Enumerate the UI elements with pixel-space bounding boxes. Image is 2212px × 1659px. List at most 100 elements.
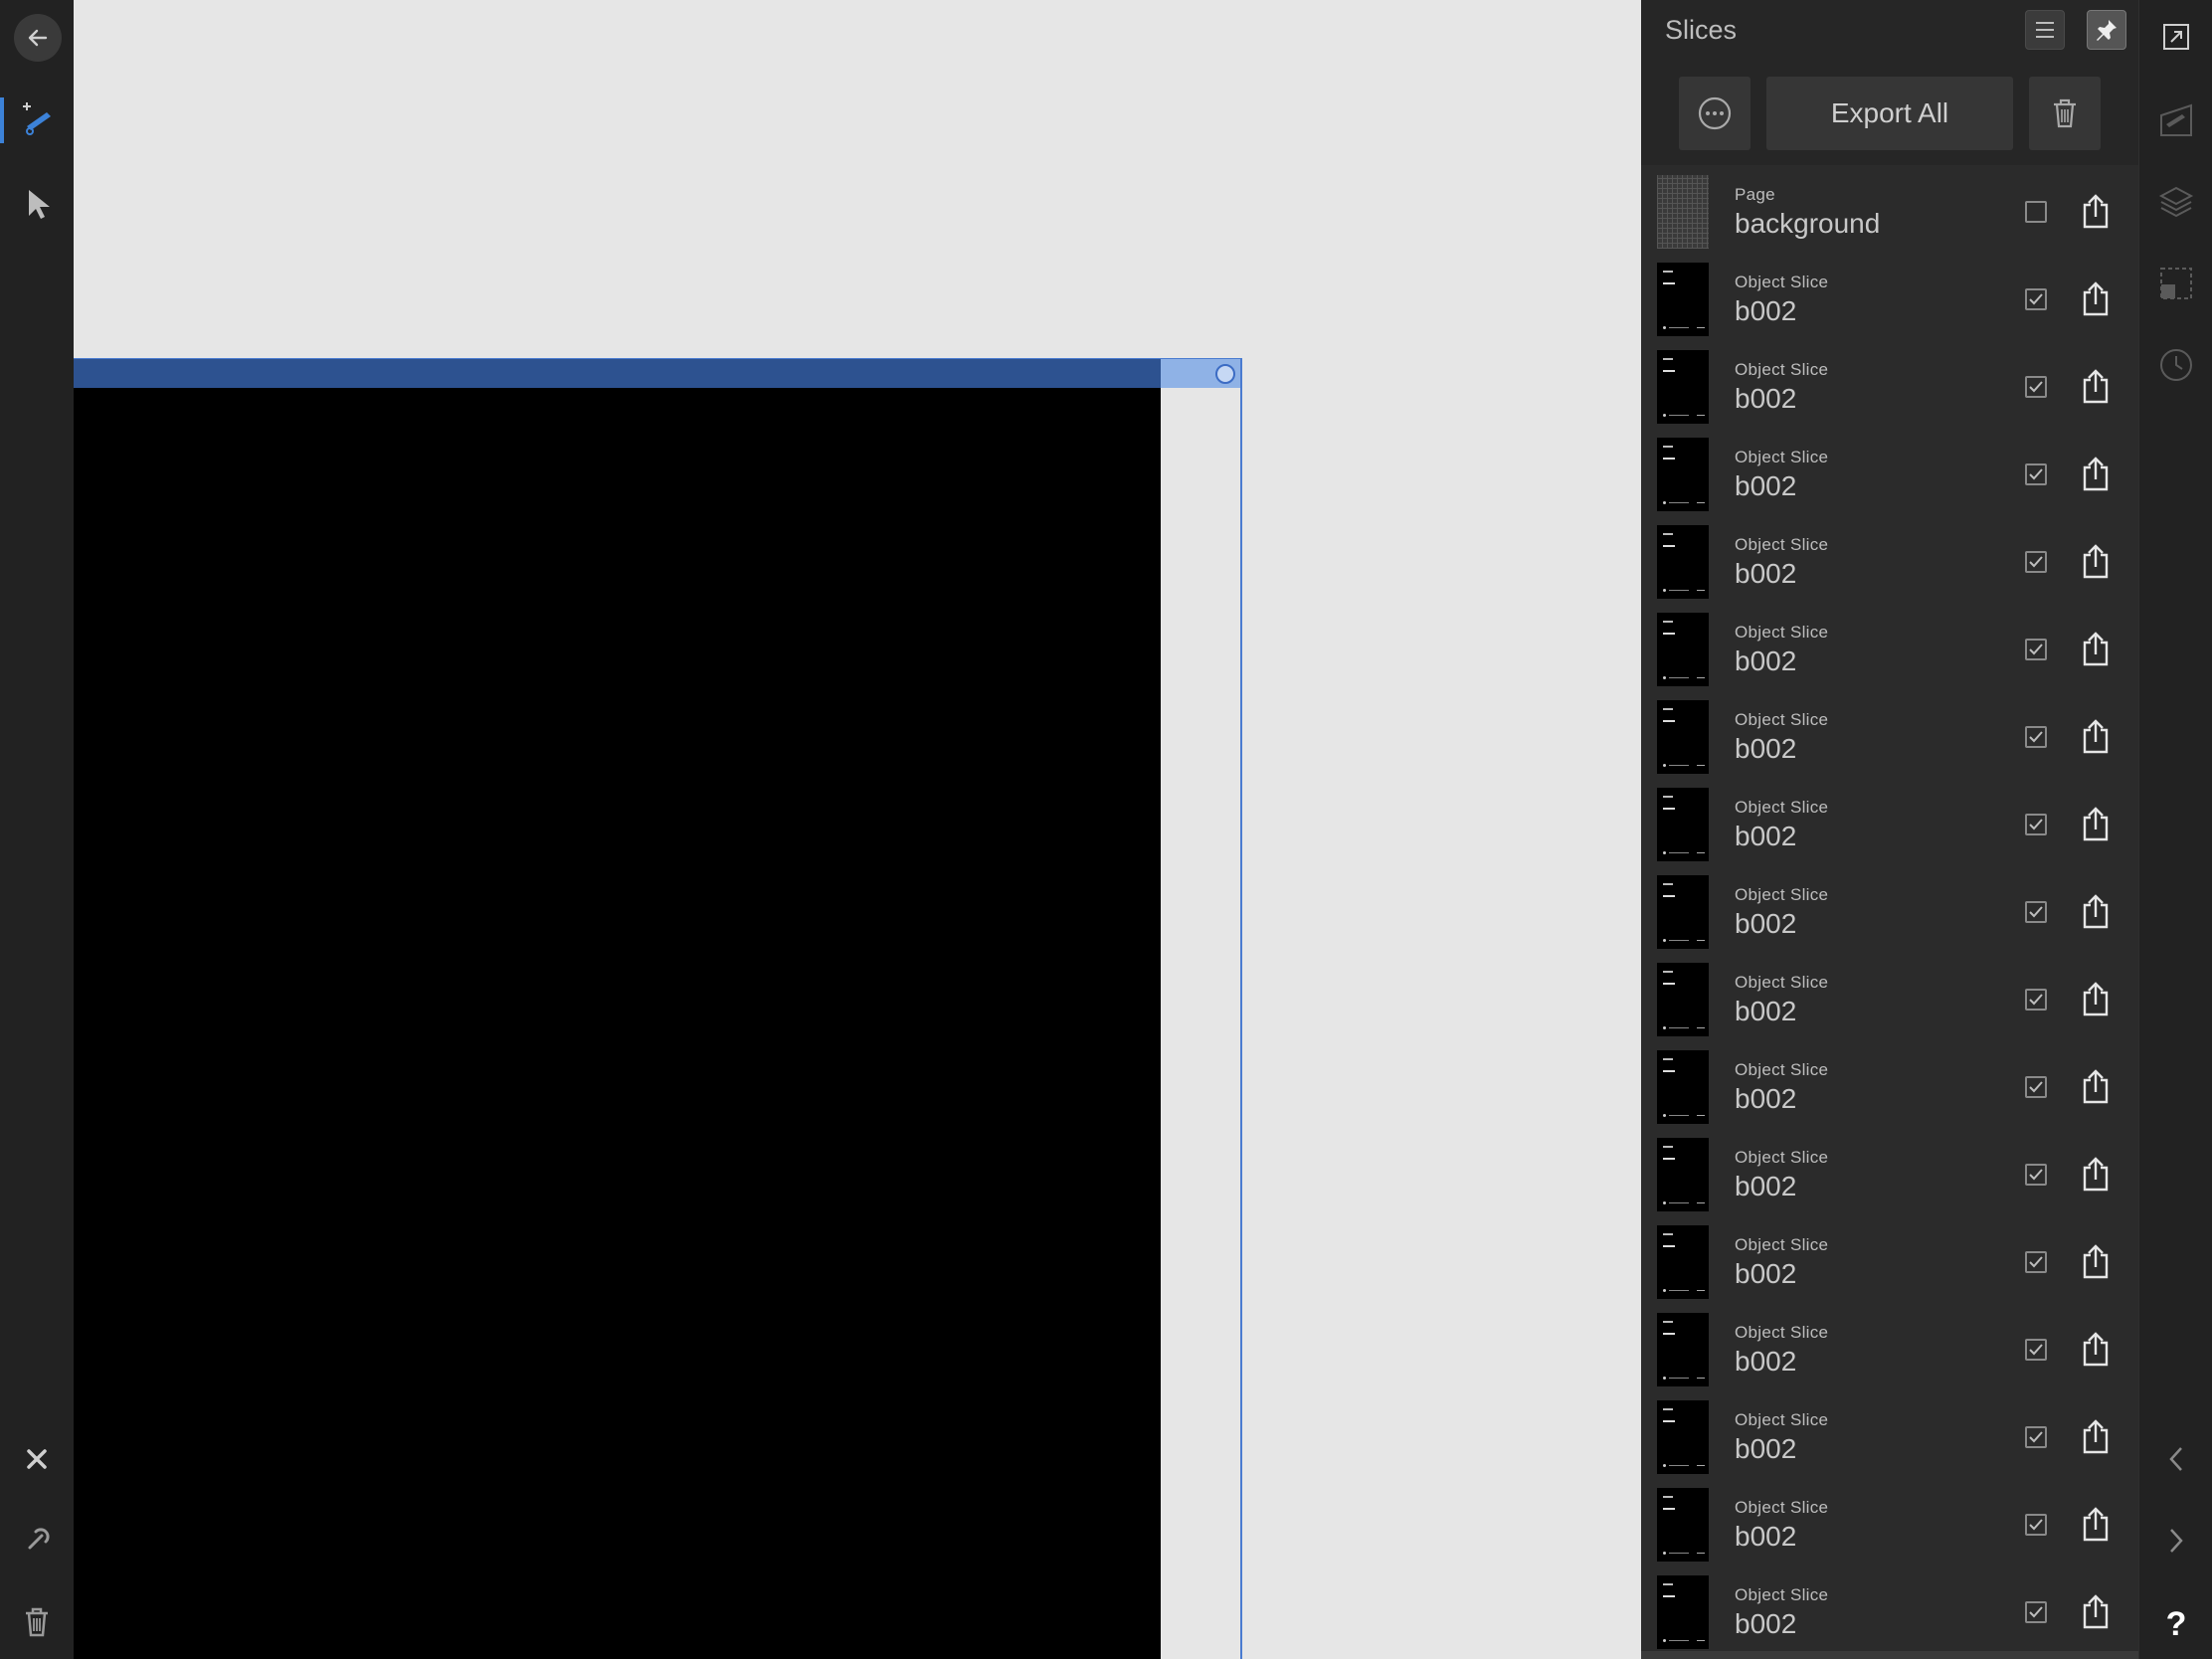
- layers-icon: [2158, 186, 2194, 218]
- slice-row[interactable]: Object Slice b002: [1641, 1571, 2138, 1659]
- slice-export-button[interactable]: [2079, 629, 2113, 668]
- slice-export-button[interactable]: [2079, 1504, 2113, 1544]
- slice-export-button[interactable]: [2079, 1154, 2113, 1194]
- slice-export-checkbox[interactable]: [2025, 551, 2047, 573]
- slice-name-label: b002: [1735, 908, 1797, 939]
- slice-row[interactable]: Object Slice b002: [1641, 1309, 2138, 1396]
- slice-row[interactable]: Object Slice b002: [1641, 784, 2138, 871]
- fullscreen-button[interactable]: [2139, 6, 2212, 68]
- slice-type-label: Object Slice: [1735, 1410, 1829, 1429]
- slice-export-button[interactable]: [2079, 1591, 2113, 1631]
- slice-export-button[interactable]: [2079, 716, 2113, 756]
- move-tool-button[interactable]: [0, 169, 74, 239]
- selection-handle[interactable]: [1215, 364, 1235, 384]
- slice-export-checkbox[interactable]: [2025, 1601, 2047, 1623]
- slice-export-button[interactable]: [2079, 1416, 2113, 1456]
- slice-row[interactable]: Object Slice b002: [1641, 1046, 2138, 1134]
- delete-tool-button[interactable]: [0, 1587, 74, 1657]
- slice-row[interactable]: Object Slice b002: [1641, 1396, 2138, 1484]
- export-all-button[interactable]: Export All: [1766, 77, 2013, 150]
- slice-export-checkbox[interactable]: [2025, 1339, 2047, 1361]
- checkmark-icon: [2029, 293, 2043, 305]
- hamburger-menu-icon: [2036, 22, 2054, 38]
- slice-export-checkbox[interactable]: [2025, 814, 2047, 835]
- slice-row[interactable]: Object Slice b002: [1641, 959, 2138, 1046]
- slice-export-button[interactable]: [2079, 1241, 2113, 1281]
- slice-export-checkbox[interactable]: [2025, 288, 2047, 310]
- artboard-black-page[interactable]: [74, 388, 1161, 1659]
- slice-export-checkbox[interactable]: [2025, 463, 2047, 485]
- slice-export-checkbox[interactable]: [2025, 1426, 2047, 1448]
- slice-export-checkbox[interactable]: [2025, 1251, 2047, 1273]
- slice-name-label: b002: [1735, 470, 1797, 501]
- collapse-left-button[interactable]: [2139, 1428, 2212, 1490]
- slice-name-label: b002: [1735, 996, 1797, 1026]
- panel-pin-button[interactable]: [2087, 10, 2126, 50]
- studio-bar: ?: [2138, 0, 2212, 1659]
- slice-export-button[interactable]: [2079, 804, 2113, 843]
- back-button[interactable]: [14, 14, 62, 62]
- slice-export-checkbox[interactable]: [2025, 1076, 2047, 1098]
- history-studio-button[interactable]: [2139, 334, 2212, 396]
- active-tool-indicator: [0, 97, 4, 143]
- slice-export-checkbox[interactable]: [2025, 639, 2047, 660]
- pointer-arrow-icon: [29, 190, 50, 219]
- slice-row[interactable]: Object Slice b002: [1641, 434, 2138, 521]
- slice-thumbnail: [1657, 1138, 1709, 1211]
- share-icon: [2083, 807, 2109, 841]
- share-icon: [2083, 719, 2109, 754]
- checkmark-icon: [2029, 1256, 2043, 1268]
- slice-tool-icon: [23, 102, 51, 135]
- slice-row[interactable]: Object Slice b002: [1641, 696, 2138, 784]
- slice-export-checkbox[interactable]: [2025, 201, 2047, 223]
- slice-export-button[interactable]: [2079, 1066, 2113, 1106]
- share-icon: [2083, 281, 2109, 316]
- undo-button[interactable]: [0, 1506, 74, 1575]
- slice-export-button[interactable]: [2079, 366, 2113, 406]
- slice-tool-button[interactable]: [0, 86, 74, 155]
- slice-name-label: b002: [1735, 558, 1797, 589]
- slice-options-button[interactable]: [1679, 77, 1751, 150]
- slice-row[interactable]: Object Slice b002: [1641, 521, 2138, 609]
- slice-export-button[interactable]: [2079, 891, 2113, 931]
- slice-row[interactable]: Object Slice b002: [1641, 609, 2138, 696]
- slice-export-button[interactable]: [2079, 1329, 2113, 1369]
- slice-row[interactable]: Object Slice b002: [1641, 871, 2138, 959]
- slice-export-button[interactable]: [2079, 278, 2113, 318]
- slice-export-checkbox[interactable]: [2025, 901, 2047, 923]
- slice-export-checkbox[interactable]: [2025, 376, 2047, 398]
- transform-studio-button[interactable]: [2139, 253, 2212, 314]
- collapse-right-button[interactable]: [2139, 1510, 2212, 1571]
- trash-icon: [2054, 98, 2076, 128]
- slice-export-button[interactable]: [2079, 541, 2113, 581]
- slice-row[interactable]: Object Slice b002: [1641, 1484, 2138, 1571]
- slice-row[interactable]: Object Slice b002: [1641, 259, 2138, 346]
- slice-thumbnail: [1657, 613, 1709, 686]
- slice-row[interactable]: Object Slice b002: [1641, 1134, 2138, 1221]
- slice-row[interactable]: Object Slice b002: [1641, 346, 2138, 434]
- undo-icon: [28, 1528, 50, 1550]
- slice-export-checkbox[interactable]: [2025, 1514, 2047, 1536]
- clock-icon: [2160, 349, 2192, 381]
- slice-export-button[interactable]: [2079, 191, 2113, 231]
- slice-export-button[interactable]: [2079, 454, 2113, 493]
- layers-studio-button[interactable]: [2139, 171, 2212, 233]
- slice-row[interactable]: Object Slice b002: [1641, 1221, 2138, 1309]
- slice-export-checkbox[interactable]: [2025, 1164, 2047, 1186]
- slice-name-label: b002: [1735, 1171, 1797, 1201]
- panel-menu-button[interactable]: [2025, 10, 2065, 50]
- share-icon: [2083, 894, 2109, 929]
- slice-export-checkbox[interactable]: [2025, 989, 2047, 1011]
- slice-export-checkbox[interactable]: [2025, 726, 2047, 748]
- slice-row[interactable]: Page background: [1641, 171, 2138, 259]
- slice-export-button[interactable]: [2079, 979, 2113, 1018]
- slice-selection-bar[interactable]: [74, 359, 1161, 388]
- slice-thumbnail: [1657, 875, 1709, 949]
- slices-studio-button[interactable]: [2139, 90, 2212, 151]
- share-icon: [2083, 1069, 2109, 1104]
- close-button[interactable]: [0, 1424, 74, 1494]
- share-icon: [2083, 369, 2109, 404]
- delete-slice-button[interactable]: [2029, 77, 2101, 150]
- slice-thumbnail: [1657, 350, 1709, 424]
- help-button[interactable]: ?: [2139, 1593, 2212, 1655]
